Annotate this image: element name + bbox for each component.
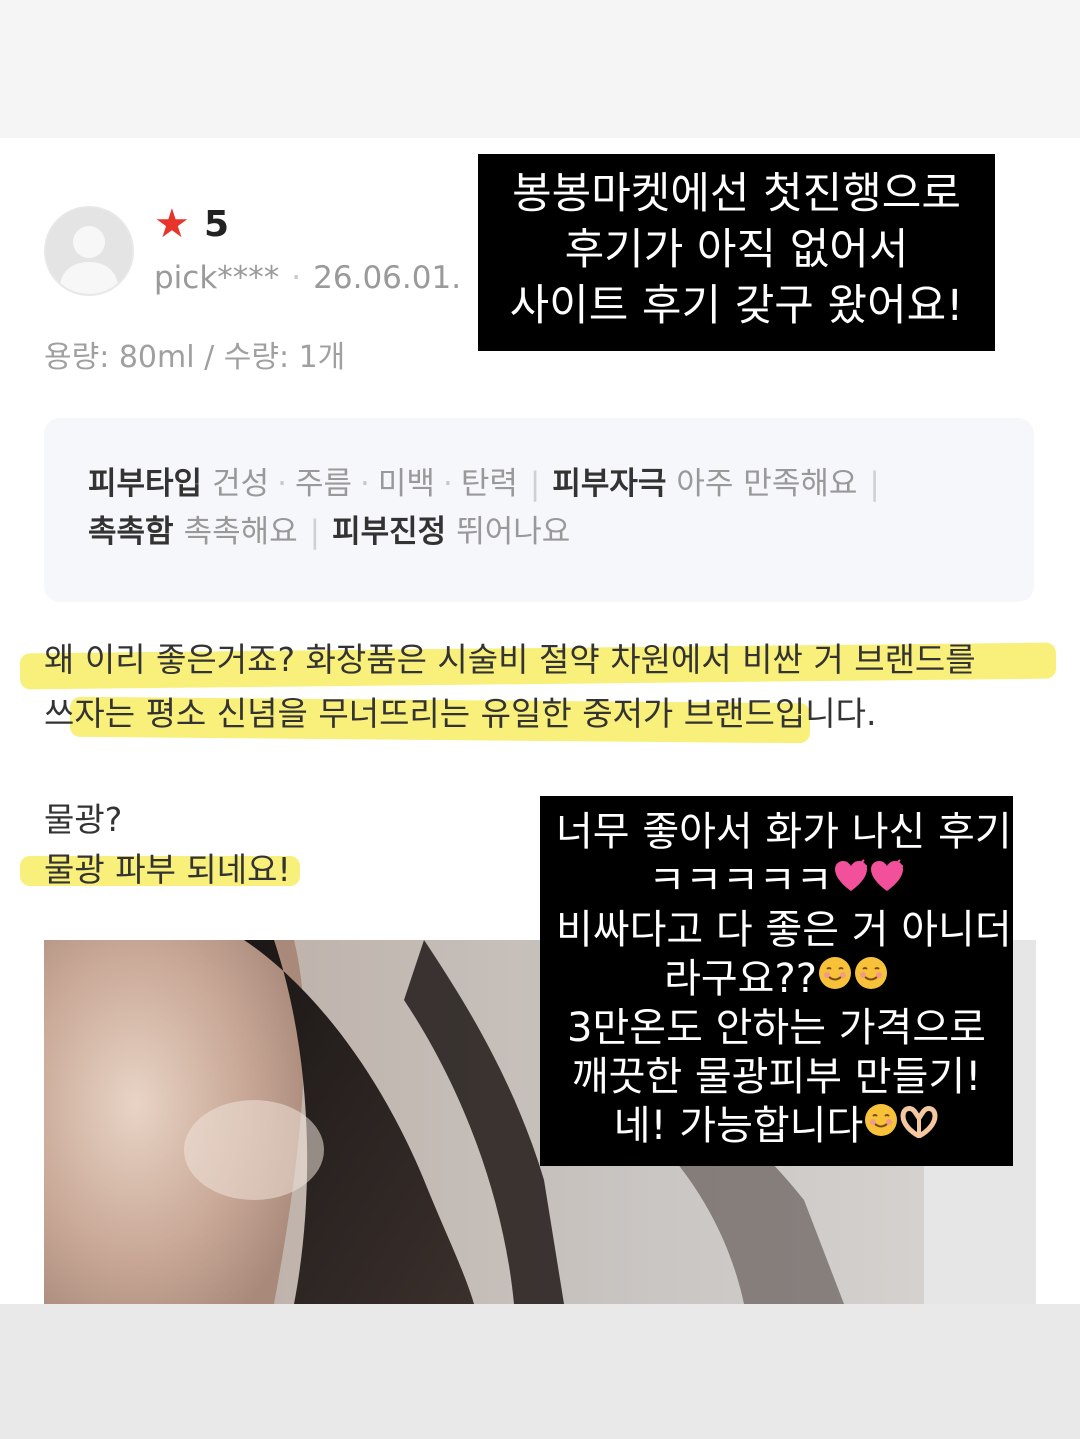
username: pick**** xyxy=(154,260,280,296)
smiling-face-icon xyxy=(863,1101,899,1150)
purchase-option: 용량: 80ml / 수량: 1개 xyxy=(44,340,346,375)
review-date: 26.06.01. xyxy=(313,260,462,296)
soothing-value: 뛰어나요 xyxy=(456,514,571,550)
overlay-line: 너무 좋아서 화가 나신 후기 xyxy=(556,809,1012,855)
smiling-face-icon xyxy=(817,954,853,1003)
bottom-margin xyxy=(0,1304,1080,1439)
overlay-line: 네! 가능합니다 xyxy=(556,1102,997,1151)
overlay-line: 3만온도 안하는 가격으로 xyxy=(567,1005,986,1051)
overlay-line: ㅋㅋㅋㅋㅋ xyxy=(556,857,997,906)
moisture-value: 촉촉해요 xyxy=(183,514,298,550)
smiling-face-icon xyxy=(853,954,889,1003)
summary-line-2: 촉촉함 촉촉해요 | 피부진정 뛰어나요 xyxy=(88,514,571,550)
overlay-line: 비싸다고 다 좋은 거 아니더 xyxy=(556,907,1012,953)
star-icon: ★ xyxy=(154,201,190,247)
skin-type-value: 주름 xyxy=(295,466,353,502)
overlay-line: 봉봉마켓에선 첫진행으로 xyxy=(512,169,961,219)
skin-type-value: 미백 xyxy=(377,466,435,502)
review-text-line: 쓰자는 평소 신념을 무너뜨리는 유일한 중저가 브랜드입니다. xyxy=(44,694,877,733)
irritation-value: 아주 만족해요 xyxy=(676,466,858,502)
skin-type-label: 피부타입 xyxy=(88,466,203,502)
rating-score: 5 xyxy=(204,204,230,245)
soothing-label: 피부진정 xyxy=(332,514,447,550)
skin-type-value: 건성 xyxy=(212,466,270,502)
heart-icon xyxy=(869,856,905,905)
review-text-line: 물광? xyxy=(44,800,123,839)
review-text-line: 왜 이리 좋은거죠? 화장품은 시술비 절약 차원에서 비싼 거 브랜드를 xyxy=(44,640,976,679)
review-meta: pick**** · 26.06.01. xyxy=(154,260,462,296)
story-text-overlay: 봉봉마켓에선 첫진행으로 후기가 아직 없어서 사이트 후기 갖구 왔어요! xyxy=(478,154,995,351)
moisture-label: 촉촉함 xyxy=(88,514,174,550)
summary-line-1: 피부타입 건성 · 주름 · 미백 · 탄력 | 피부자극 아주 만족해요 | xyxy=(88,466,880,502)
skin-type-value: 탄력 xyxy=(460,466,518,502)
overlay-line: 후기가 아직 없어서 xyxy=(564,225,909,275)
overlay-line: 깨끗한 물광피부 만들기! xyxy=(571,1054,982,1100)
user-silhouette-icon xyxy=(46,208,132,294)
review-text-line: 물광 파부 되네요! xyxy=(44,850,291,889)
avatar xyxy=(44,206,134,296)
story-text-overlay: 너무 좋아서 화가 나신 후기 ㅋㅋㅋㅋㅋ 비싸다고 다 좋은 거 아니더 라구… xyxy=(540,796,1013,1166)
overlay-line: 사이트 후기 갖구 왔어요! xyxy=(509,281,964,331)
overlay-line: 라구요?? xyxy=(556,955,997,1004)
top-margin xyxy=(0,0,1080,138)
irritation-label: 피부자극 xyxy=(552,466,667,502)
heart-icon xyxy=(833,856,869,905)
heart-hands-icon xyxy=(899,1101,939,1150)
